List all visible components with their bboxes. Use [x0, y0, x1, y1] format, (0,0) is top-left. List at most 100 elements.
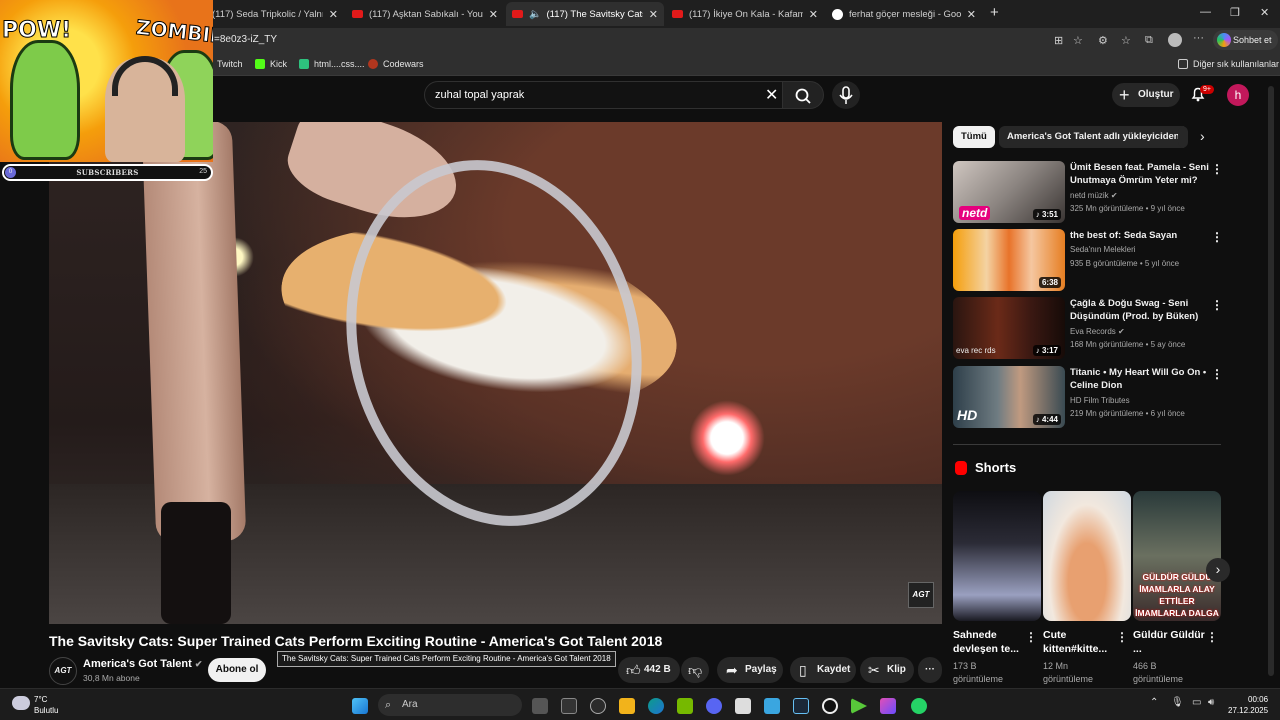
url-text[interactable]: =8e0z3-iZ_TY: [214, 34, 277, 45]
copilot-icon[interactable]: [561, 698, 577, 714]
extensions-icon[interactable]: ⚙: [1098, 34, 1108, 47]
share-label: Paylaş: [745, 664, 777, 675]
recommended-video[interactable]: netd ♪ 3:51 Ümit Besen feat. Pamela - Se…: [953, 161, 1223, 223]
like-count: 442 B: [644, 664, 671, 675]
bookmark-kick[interactable]: Kick: [255, 59, 287, 69]
scrollbar[interactable]: [1268, 86, 1274, 676]
taskbar-search[interactable]: ⌕ Ara: [378, 694, 522, 716]
more-vert-icon[interactable]: ⋮: [1025, 630, 1037, 644]
collections-icon[interactable]: ⧉: [1145, 34, 1153, 47]
create-button[interactable]: + Oluştur: [1112, 83, 1180, 107]
more-options-icon[interactable]: ···: [1193, 32, 1204, 44]
more-vert-icon[interactable]: ⋮: [1116, 630, 1128, 644]
nvidia-icon[interactable]: [677, 698, 693, 714]
windows-start-icon[interactable]: [352, 698, 368, 714]
app-icon[interactable]: [735, 698, 751, 714]
whatsapp-icon[interactable]: [911, 698, 927, 714]
like-button[interactable]: 👍︎ 442 B: [618, 657, 680, 683]
short-thumbnail[interactable]: [1043, 491, 1131, 621]
close-icon[interactable]: ✕: [329, 8, 338, 21]
more-vert-icon[interactable]: ⋮: [1206, 630, 1218, 644]
more-actions-button[interactable]: ···: [918, 657, 942, 683]
volume-icon[interactable]: 🔊︎: [1208, 697, 1214, 708]
dislike-button[interactable]: 👎︎: [681, 657, 709, 683]
bookmark-codewars[interactable]: Codewars: [368, 59, 424, 69]
play-icon[interactable]: [851, 698, 867, 714]
close-icon[interactable]: ✕: [649, 8, 658, 21]
steam-icon[interactable]: [793, 698, 809, 714]
task-view-icon[interactable]: [532, 698, 548, 714]
file-explorer-icon[interactable]: [619, 698, 635, 714]
short-title[interactable]: Sahnede devleşen te...: [953, 628, 1029, 656]
video-player[interactable]: [49, 122, 942, 624]
chevron-up-icon[interactable]: ⌃: [1150, 697, 1158, 708]
hd-logo: HD: [957, 407, 978, 423]
app-icon[interactable]: [764, 698, 780, 714]
recommended-video[interactable]: HD ♪ 4:44 Titanic • My Heart Will Go On …: [953, 366, 1223, 428]
microphone-icon[interactable]: 🎙︎: [1171, 697, 1184, 708]
bookmark-label: Codewars: [383, 59, 424, 69]
subscribe-button[interactable]: Abone ol: [208, 658, 266, 682]
share-button[interactable]: ➦ Paylaş: [717, 657, 783, 683]
account-avatar[interactable]: h: [1227, 84, 1249, 106]
bookmark-label: Diğer sık kullanılanlar: [1193, 59, 1280, 69]
more-vert-icon[interactable]: ⋮: [1211, 367, 1223, 381]
short-thumbnail[interactable]: GÜLDÜR GÜLDÜ İMAMLARLA ALAY ETTİLER İMAM…: [1133, 491, 1221, 621]
channel-name[interactable]: America's Got Talent ✔: [83, 658, 202, 670]
app-icon[interactable]: [880, 698, 896, 714]
close-icon[interactable]: ✕: [489, 8, 498, 21]
tab-ferhat-gocer[interactable]: ferhat göçer mesleği - Google'da A ✕: [826, 2, 982, 26]
network-icon[interactable]: ▭: [1192, 697, 1201, 708]
short-title[interactable]: Cute kitten#kitte...: [1043, 628, 1119, 656]
close-icon[interactable]: ✕: [809, 8, 818, 21]
close-icon[interactable]: ✕: [967, 8, 976, 21]
chevron-right-icon[interactable]: ›: [1200, 128, 1205, 144]
chat-button[interactable]: Sohbet et: [1213, 30, 1278, 50]
chevron-right-icon[interactable]: ›: [1206, 558, 1230, 582]
search-input[interactable]: zuhal topal yaprak ✕: [424, 81, 788, 109]
minimize-icon[interactable]: —: [1200, 6, 1211, 18]
chip-from-uploader[interactable]: America's Got Talent adlı yükleyiciden: [999, 126, 1188, 148]
profile-icon[interactable]: [1168, 33, 1182, 47]
more-vert-icon[interactable]: ⋮: [1211, 230, 1223, 244]
favorites-icon[interactable]: ☆: [1121, 34, 1131, 47]
obs-icon[interactable]: [822, 698, 838, 714]
bookmark-html-css[interactable]: html....css....: [299, 59, 365, 69]
edge-icon[interactable]: [648, 698, 664, 714]
bookmark-label: Kick: [270, 59, 288, 69]
voice-search-button[interactable]: [832, 81, 860, 109]
restore-icon[interactable]: ❐: [1230, 6, 1240, 19]
grid-icon[interactable]: ⊞: [1054, 34, 1063, 47]
clip-button[interactable]: ✂ Klip: [860, 657, 914, 683]
video-title: The Savitsky Cats: Super Trained Cats Pe…: [49, 633, 663, 649]
short-thumbnail[interactable]: [953, 491, 1041, 621]
more-vert-icon[interactable]: ⋮: [1211, 162, 1223, 176]
video-meta: 168 Mn görüntüleme • 5 ay önce: [1070, 340, 1186, 349]
other-bookmarks[interactable]: Diğer sık kullanılanlar: [1178, 59, 1279, 69]
favorite-star-icon[interactable]: ☆: [1073, 34, 1083, 47]
more-vert-icon[interactable]: ⋮: [1211, 298, 1223, 312]
tab-seda-tripkolic[interactable]: (117) Seda Tripkolic / Yalnız Beni S ✕: [206, 2, 344, 26]
speaker-icon[interactable]: 🔈: [529, 9, 541, 20]
bookmark-twitch[interactable]: Twitch: [217, 59, 243, 69]
weather-widget[interactable]: 7°C Bulutlu: [34, 694, 58, 716]
save-button[interactable]: ▯ Kaydet: [790, 657, 856, 683]
channel-avatar[interactable]: AGT: [49, 657, 77, 685]
new-tab-icon[interactable]: +: [990, 4, 999, 21]
tab-ikiye-on-kala[interactable]: (117) İkiye On Kala - Kafamda Ken ✕: [666, 2, 824, 26]
clear-search-icon[interactable]: ✕: [765, 85, 778, 105]
tab-savitsky-cats[interactable]: 🔈 (117) The Savitsky Cats: Supe ✕: [506, 2, 664, 26]
search-button[interactable]: [782, 81, 824, 109]
shorts-heading-text: Shorts: [975, 460, 1017, 475]
recommended-video[interactable]: 6:38 the best of: Seda Sayan Seda'nın Me…: [953, 229, 1223, 291]
window-close-icon[interactable]: ✕: [1260, 6, 1269, 19]
video-title: the best of: Seda Sayan: [1070, 230, 1178, 241]
tab-asktan-sabikali[interactable]: (117) Aşktan Sabıkalı - YouTube ✕: [346, 2, 504, 26]
discord-icon[interactable]: [706, 698, 722, 714]
chip-all[interactable]: Tümü: [953, 126, 995, 148]
weather-cloud-icon[interactable]: [12, 696, 30, 710]
short-title[interactable]: Güldür Güldür ...: [1133, 628, 1209, 656]
clock[interactable]: 00:06 27.12.2025: [1228, 694, 1268, 716]
chatgpt-icon[interactable]: [590, 698, 606, 714]
recommended-video[interactable]: eva rec rds ♪ 3:17 Çağla & Doğu Swag - S…: [953, 297, 1223, 359]
